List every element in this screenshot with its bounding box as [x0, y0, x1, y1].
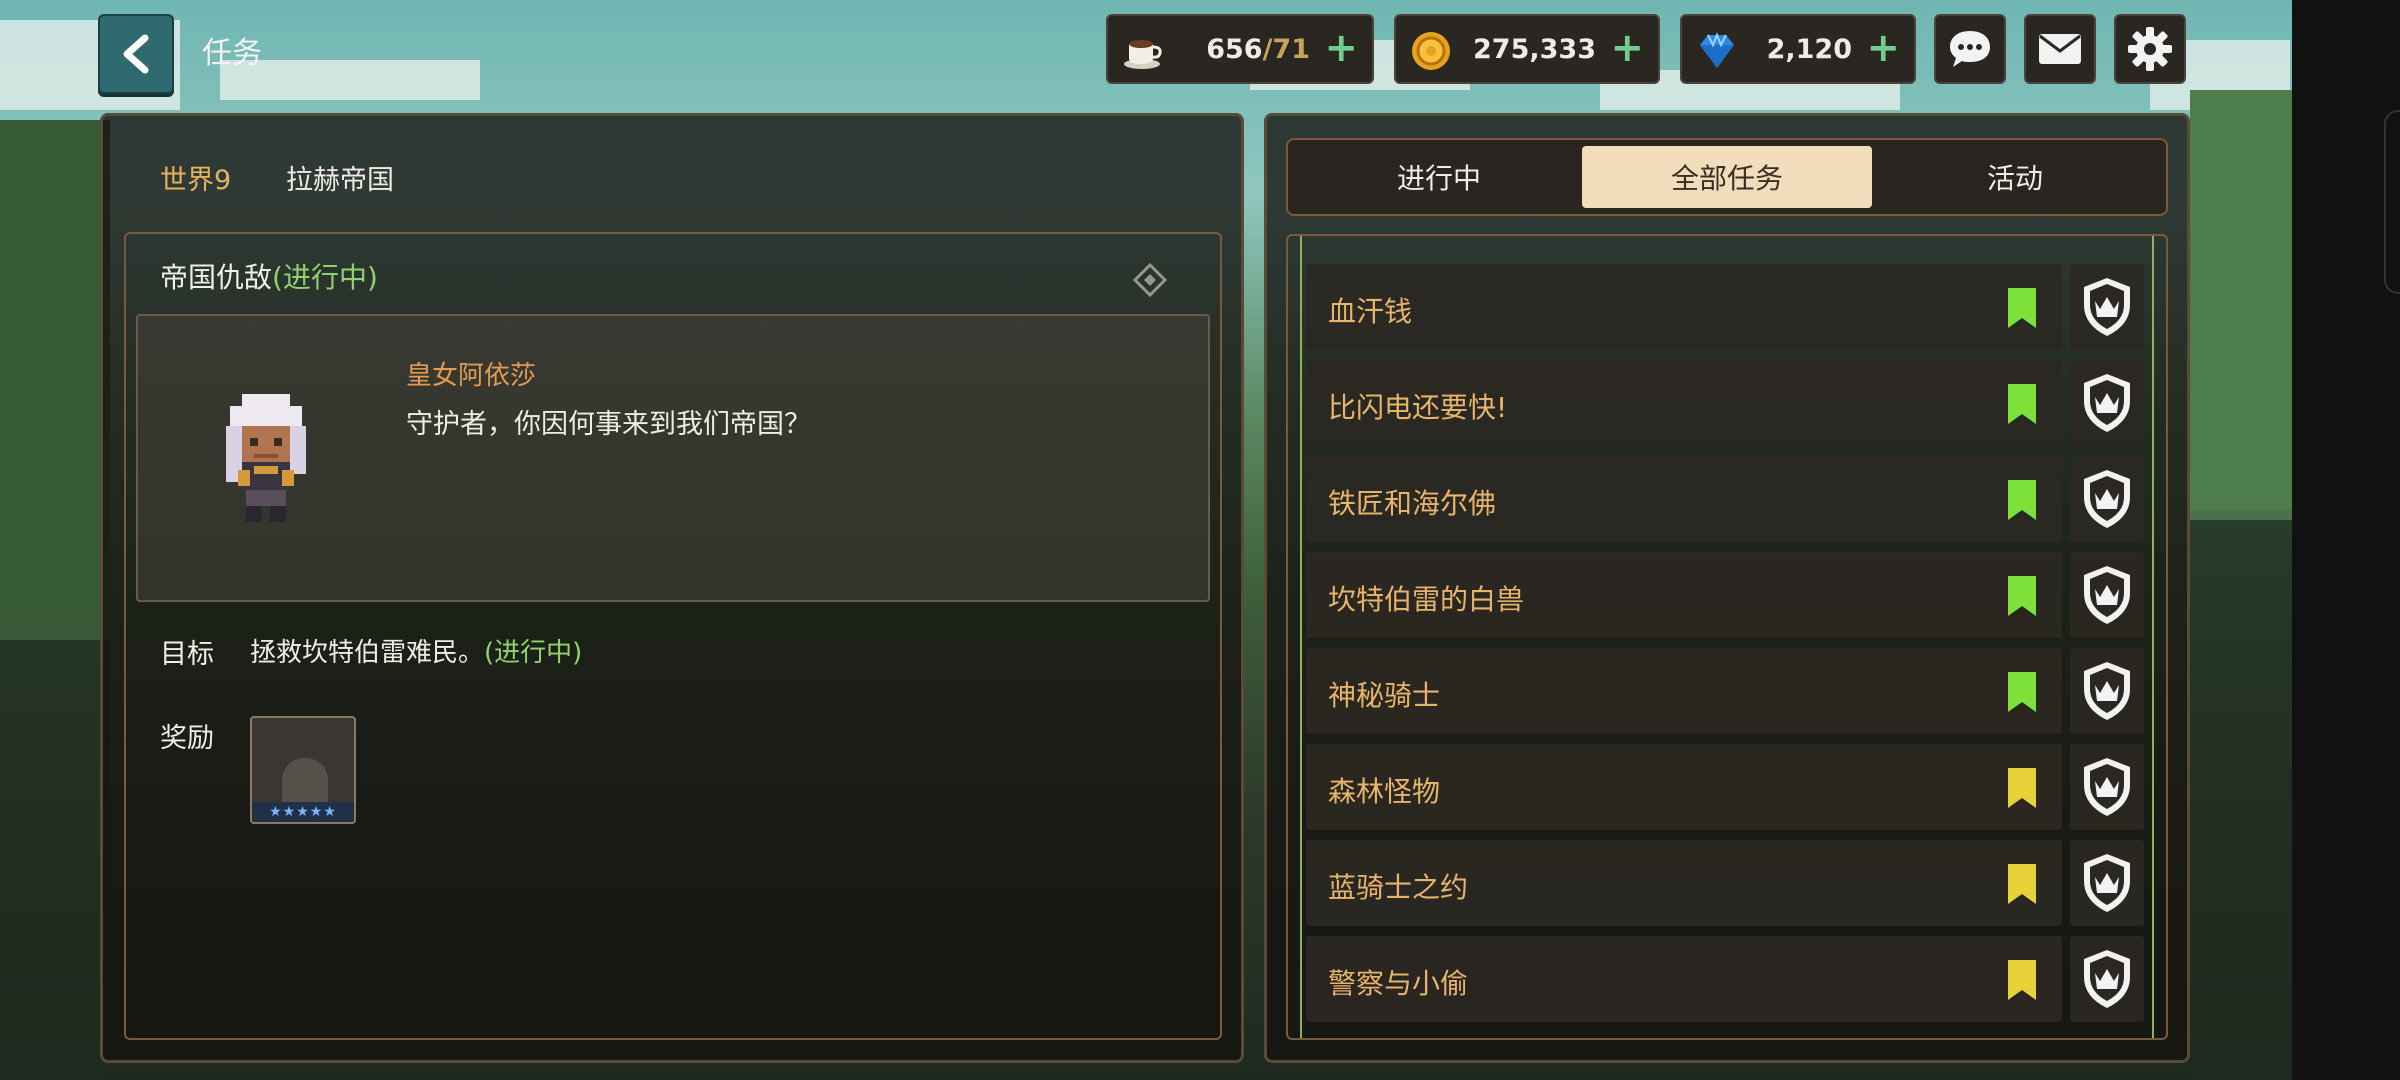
- crown-shield-icon: [2084, 662, 2130, 720]
- quest-row[interactable]: 森林怪物: [1306, 744, 2062, 830]
- region-label: 拉赫帝国: [286, 165, 394, 196]
- back-button[interactable]: [98, 14, 174, 94]
- chevron-left-icon: [123, 34, 149, 74]
- quest-row[interactable]: 蓝骑士之约: [1306, 840, 2062, 926]
- bookmark-icon: [2008, 288, 2036, 328]
- gem-icon: [1700, 32, 1734, 68]
- princess-portrait: [226, 394, 306, 522]
- side-handle[interactable]: [2384, 110, 2400, 294]
- gem-counter[interactable]: 2,120 +: [1680, 14, 1916, 84]
- add-gold-icon[interactable]: +: [1610, 26, 1644, 70]
- divider: [116, 214, 1234, 216]
- quest-tabs: 进行中 全部任务 活动: [1286, 138, 2168, 216]
- crown-shield-button[interactable]: [2070, 360, 2144, 446]
- quest-title-text: 帝国仇敌: [160, 261, 273, 294]
- tab-in-progress[interactable]: 进行中: [1294, 146, 1584, 208]
- mail-icon: [2039, 34, 2081, 64]
- navigate-diamond-icon[interactable]: [1132, 262, 1168, 298]
- dialog-text: 守护者，你因何事来到我们帝国？: [406, 409, 811, 440]
- quest-row[interactable]: 神秘骑士: [1306, 648, 2062, 734]
- quest-row[interactable]: 比闪电还要快!: [1306, 360, 2062, 446]
- quest-row-label: 警察与小偷: [1328, 967, 1469, 1000]
- bookmark-icon: [2008, 480, 2036, 520]
- chat-button[interactable]: [1934, 14, 2006, 84]
- add-gem-icon[interactable]: +: [1866, 26, 1900, 70]
- quest-row-label: 坎特伯雷的白兽: [1328, 583, 1525, 616]
- page-title: 任务: [202, 36, 262, 71]
- add-stamina-icon[interactable]: +: [1324, 26, 1358, 70]
- quest-row-label: 蓝骑士之约: [1328, 871, 1469, 904]
- goal-status: (进行中): [484, 638, 583, 668]
- gold-counter[interactable]: 275,333 +: [1394, 14, 1660, 84]
- bookmark-icon: [2008, 864, 2036, 904]
- crown-shield-icon: [2084, 758, 2130, 816]
- bookmark-icon: [2008, 672, 2036, 712]
- crown-shield-button[interactable]: [2070, 648, 2144, 734]
- crown-shield-icon: [2084, 278, 2130, 336]
- stamina-counter[interactable]: 656/71 +: [1106, 14, 1374, 84]
- quest-row[interactable]: 坎特伯雷的白兽: [1306, 552, 2062, 638]
- crown-shield-button[interactable]: [2070, 552, 2144, 638]
- bookmark-icon: [2008, 960, 2036, 1000]
- goal-description: 拯救坎特伯雷难民。: [250, 638, 485, 668]
- quest-row[interactable]: 血汗钱: [1306, 264, 2062, 350]
- crown-shield-icon: [2084, 566, 2130, 624]
- gear-icon: [2128, 27, 2172, 71]
- crown-shield-button[interactable]: [2070, 744, 2144, 830]
- bookmark-icon: [2008, 576, 2036, 616]
- crown-shield-button[interactable]: [2070, 456, 2144, 542]
- list-edge-left: [1300, 236, 1302, 1038]
- bookmark-icon: [2008, 384, 2036, 424]
- goal-text: 拯救坎特伯雷难民。(进行中): [250, 632, 582, 669]
- quest-row-label: 铁匠和海尔佛: [1328, 487, 1497, 520]
- gold-value: 275,333: [1473, 34, 1596, 65]
- star-rating-icon: ★★★★★: [252, 802, 354, 822]
- crown-shield-button[interactable]: [2070, 936, 2144, 1022]
- quest-row[interactable]: 警察与小偷: [1306, 936, 2062, 1022]
- quest-title: 帝国仇敌(进行中): [160, 256, 378, 296]
- gold-coin-icon: [1412, 32, 1450, 70]
- speaker-name: 皇女阿依莎: [406, 361, 537, 391]
- crown-shield-icon: [2084, 854, 2130, 912]
- quest-row-label: 森林怪物: [1328, 775, 1441, 808]
- crown-shield-button[interactable]: [2070, 840, 2144, 926]
- quest-status: (进行中): [272, 261, 378, 294]
- reward-item-slot[interactable]: ★★★★★: [250, 716, 356, 824]
- mail-button[interactable]: [2024, 14, 2096, 84]
- screen-edge: [2292, 0, 2400, 1080]
- crown-shield-button[interactable]: [2070, 264, 2144, 350]
- goal-label: 目标: [160, 639, 214, 670]
- chat-icon: [1950, 31, 1990, 67]
- tab-events[interactable]: 活动: [1870, 146, 2160, 208]
- crown-shield-icon: [2084, 470, 2130, 528]
- crown-shield-icon: [2084, 374, 2130, 432]
- bookmark-icon: [2008, 768, 2036, 808]
- stamina-max: /71: [1262, 34, 1310, 65]
- world-label: 世界9: [160, 165, 232, 196]
- quest-row-label: 比闪电还要快!: [1328, 391, 1508, 424]
- list-edge-right: [2152, 236, 2154, 1038]
- quest-row[interactable]: 铁匠和海尔佛: [1306, 456, 2062, 542]
- gem-value: 2,120: [1766, 34, 1852, 65]
- quest-row-label: 血汗钱: [1328, 295, 1413, 328]
- stamina-value: 656: [1206, 34, 1263, 65]
- coffee-cup-icon: [1124, 40, 1162, 69]
- settings-button[interactable]: [2114, 14, 2186, 84]
- reward-label: 奖励: [160, 723, 214, 754]
- quest-row-label: 神秘骑士: [1328, 679, 1441, 712]
- tab-all-quests[interactable]: 全部任务: [1582, 146, 1872, 208]
- crown-shield-icon: [2084, 950, 2130, 1008]
